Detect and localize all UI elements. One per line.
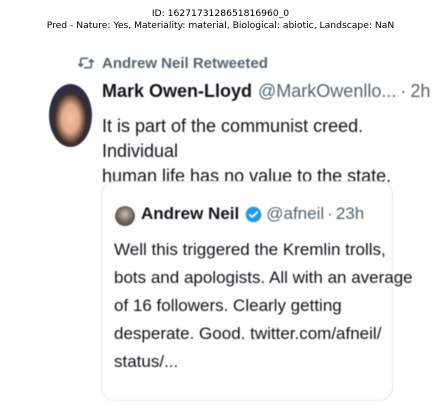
quoted-tweet-header: Andrew Neil @afneil · 23h	[141, 204, 364, 224]
quoted-author-handle: @afneil	[266, 204, 325, 223]
tweet-timestamp[interactable]: 2h	[410, 81, 430, 102]
tweet-text-line: It is part of the communist creed. Indiv…	[102, 116, 364, 161]
verified-badge-icon	[245, 206, 262, 223]
quoted-text-line: bots and apologists. All with an average	[114, 268, 413, 287]
tweet-screenshot: Andrew Neil Retweeted Mark Owen-Lloyd @M…	[46, 50, 430, 410]
quoted-text-line: status/...	[114, 352, 179, 371]
retweet-label: Andrew Neil Retweeted	[102, 54, 268, 72]
tweet-text: It is part of the communist creed. Indiv…	[102, 114, 402, 189]
tweet-header: Mark Owen-Lloyd @MarkOwenllo... · 2h ···	[102, 81, 441, 102]
quoted-author-name: Andrew Neil	[141, 204, 240, 223]
quoted-tweet[interactable]: Andrew Neil @afneil · 23h Well this trig…	[101, 181, 413, 401]
retweet-icon	[78, 57, 94, 69]
caption-id: ID: 1627173128651816960_0	[151, 8, 290, 19]
author-handle[interactable]: @MarkOwenllo...	[258, 81, 396, 102]
quoted-timestamp: 23h	[335, 204, 365, 223]
quoted-tweet-text: Well this triggered the Kremlin trolls, …	[114, 236, 413, 376]
quoted-avatar	[115, 206, 135, 226]
quoted-text-line: of 16 followers. Clearly getting	[114, 296, 342, 315]
avatar[interactable]	[49, 84, 92, 147]
quoted-separator-dot: ·	[327, 204, 333, 223]
separator-dot: ·	[400, 81, 407, 101]
quoted-text-line: Well this triggered the Kremlin trolls,	[114, 240, 386, 259]
caption-prediction: Pred - Nature: Yes, Materiality: materia…	[46, 20, 395, 31]
image-caption: ID: 1627173128651816960_0 Pred - Nature:…	[0, 8, 441, 32]
author-name[interactable]: Mark Owen-Lloyd	[102, 81, 252, 102]
quoted-text-line: desperate. Good. twitter.com/afneil/	[114, 324, 382, 343]
retweet-context[interactable]: Andrew Neil Retweeted	[78, 53, 268, 73]
